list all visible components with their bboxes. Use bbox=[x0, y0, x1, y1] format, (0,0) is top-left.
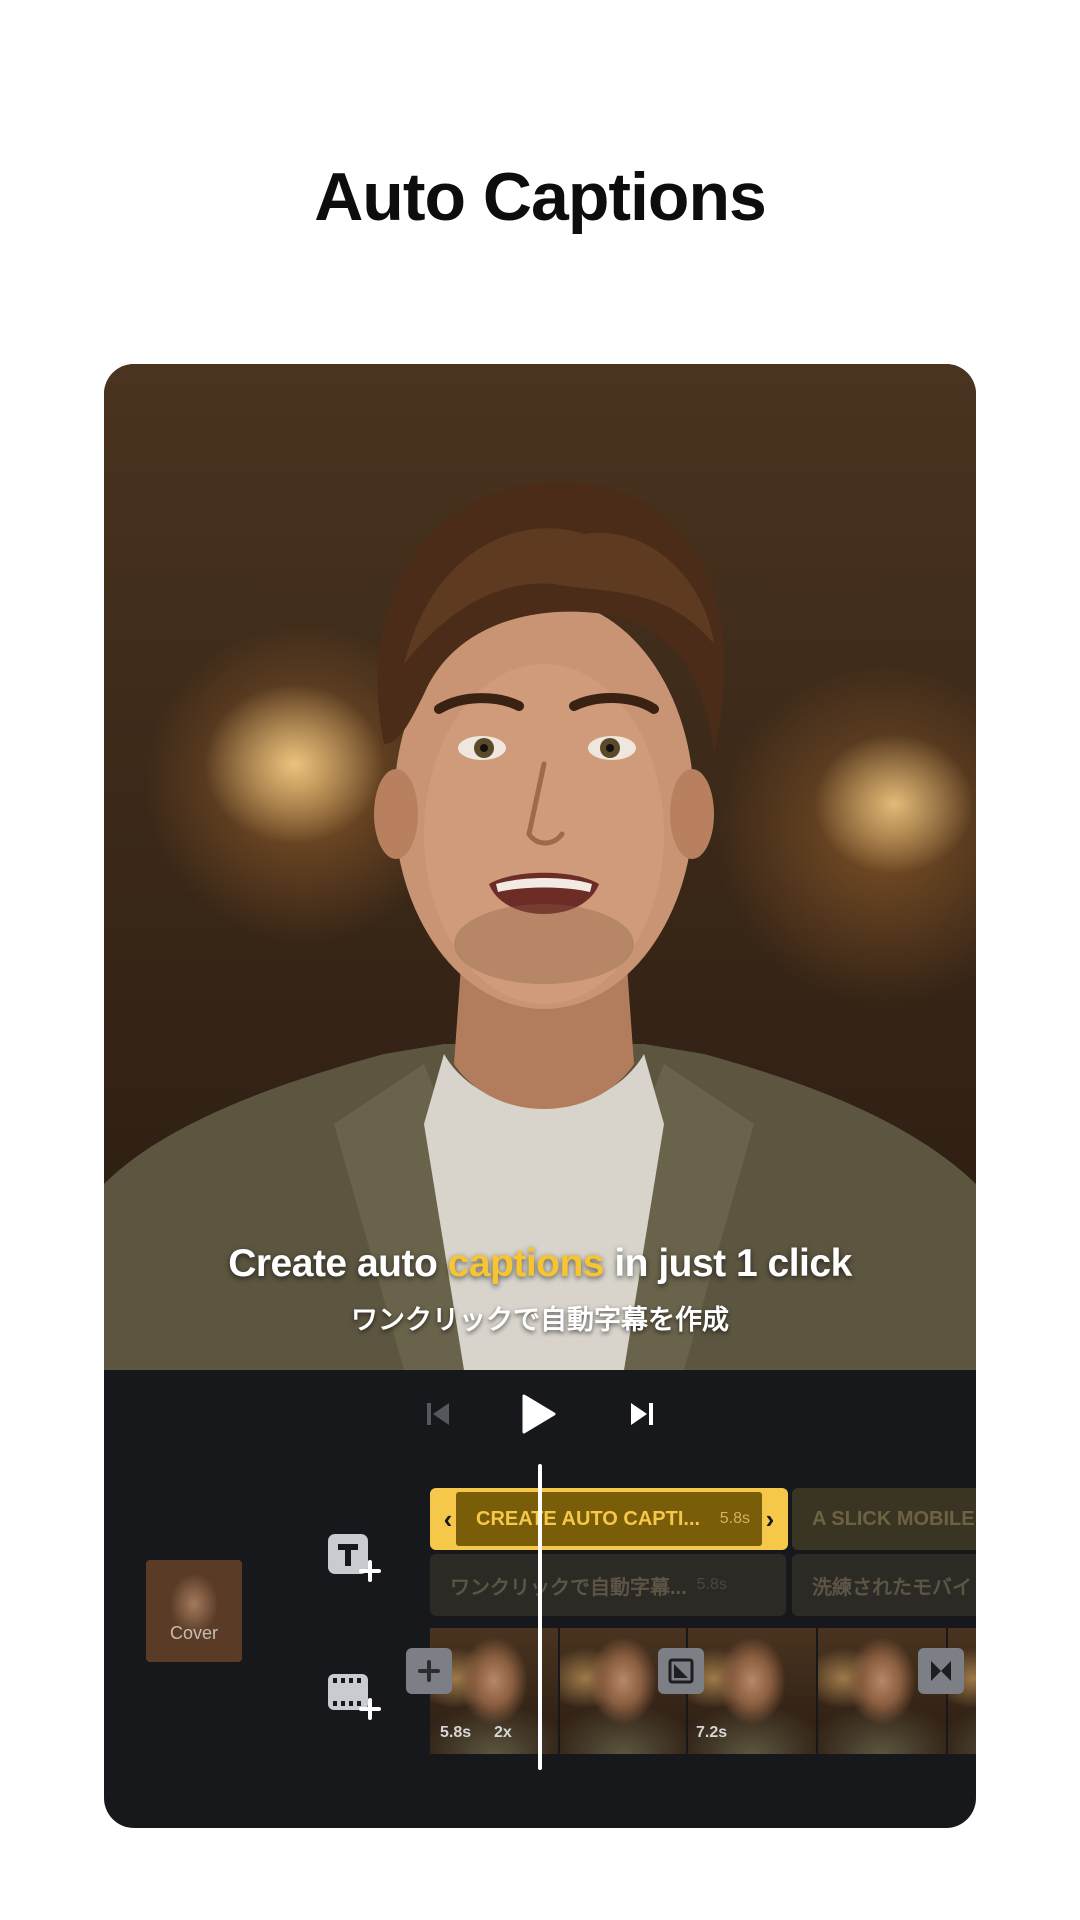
person-illustration bbox=[104, 481, 976, 1370]
caption-text-after: in just 1 click bbox=[604, 1242, 852, 1285]
clip-duration-label: 5.8s bbox=[440, 1724, 472, 1741]
caption-clip-duration: 5.8s bbox=[719, 1510, 750, 1527]
skip-back-icon[interactable] bbox=[416, 1392, 460, 1436]
caption-japanese[interactable]: ワンクリックで自動字幕を作成 bbox=[104, 1298, 976, 1337]
video-preview[interactable]: Create auto captions in just 1 click ワンク… bbox=[104, 364, 976, 1370]
play-icon[interactable] bbox=[516, 1392, 560, 1436]
playhead[interactable] bbox=[538, 1464, 542, 1770]
clip-duration-label: 7.2s bbox=[696, 1724, 728, 1741]
caption-clip-selected[interactable]: ‹ CREATE AUTO CAPTI... 5.8s › bbox=[430, 1488, 788, 1550]
translation-clip-duration: 5.8s bbox=[696, 1576, 727, 1593]
plus-icon bbox=[418, 1660, 440, 1682]
caption-highlight-word: captions bbox=[447, 1242, 605, 1285]
skip-forward-icon[interactable] bbox=[620, 1392, 664, 1436]
add-text-icon bbox=[328, 1534, 381, 1582]
caption-clip-label: A SLICK MOBILE V bbox=[812, 1507, 976, 1530]
clip-speed-label: 2x bbox=[494, 1724, 512, 1741]
page-headline: Auto Captions bbox=[314, 159, 767, 235]
add-transition-button[interactable] bbox=[406, 1648, 452, 1694]
caption-english[interactable]: Create auto captions in just 1 click bbox=[104, 1242, 976, 1286]
playback-controls bbox=[104, 1370, 976, 1450]
transition-bowtie-icon bbox=[931, 1661, 951, 1681]
trim-left-handle-icon[interactable]: ‹ bbox=[440, 1504, 456, 1535]
add-clip-icon bbox=[328, 1674, 381, 1720]
transition-button[interactable] bbox=[658, 1648, 704, 1694]
caption-text-before: Create auto bbox=[228, 1242, 448, 1285]
translation-clip[interactable]: 洗練されたモバイ bbox=[792, 1554, 976, 1616]
caption-clip-label: CREATE AUTO CAPTI... bbox=[476, 1507, 701, 1530]
add-clip-button[interactable] bbox=[326, 1670, 386, 1722]
cover-label: Cover bbox=[169, 1623, 218, 1643]
transition-wipe-icon bbox=[668, 1658, 694, 1684]
translation-clip-label: 洗練されたモバイ bbox=[812, 1576, 972, 1599]
editor-screen: Create auto captions in just 1 click ワンク… bbox=[104, 364, 976, 1828]
transition-button[interactable] bbox=[918, 1648, 964, 1694]
translation-clip[interactable]: ワンクリックで自動字幕... 5.8s bbox=[430, 1554, 786, 1616]
caption-clip[interactable]: A SLICK MOBILE V bbox=[792, 1488, 976, 1550]
translation-clip-label: ワンクリックで自動字幕... bbox=[450, 1576, 687, 1599]
cover-thumbnail[interactable]: Cover bbox=[146, 1560, 242, 1662]
add-text-button[interactable] bbox=[326, 1532, 386, 1584]
caption-clip-body: CREATE AUTO CAPTI... 5.8s bbox=[456, 1492, 762, 1546]
trim-right-handle-icon[interactable]: › bbox=[762, 1504, 778, 1535]
